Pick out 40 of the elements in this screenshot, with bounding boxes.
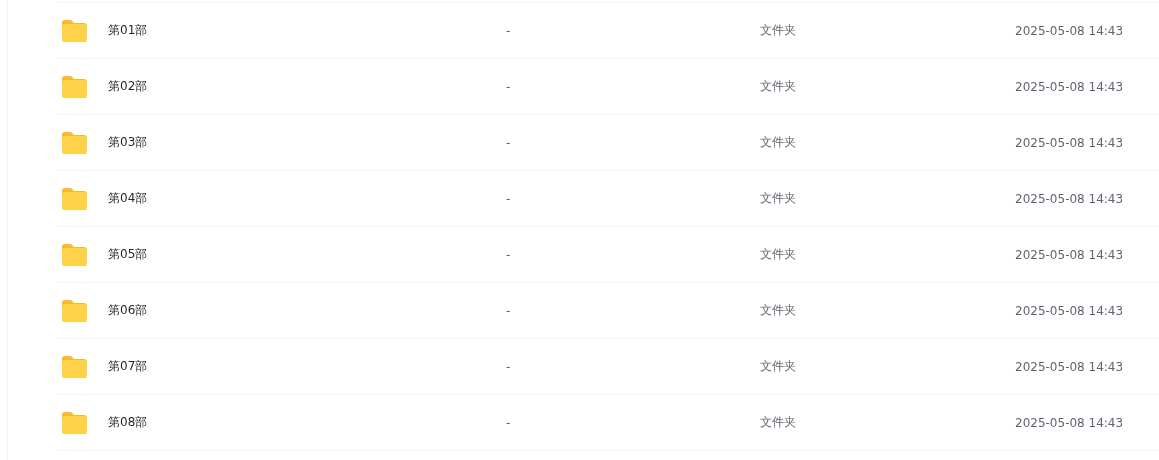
file-size: - <box>506 359 512 374</box>
file-type: 文件夹 <box>760 358 797 375</box>
folder-icon <box>61 130 88 155</box>
file-type: 文件夹 <box>760 134 797 151</box>
file-size: - <box>506 135 512 150</box>
modified-date: 2025-05-08 14:43 <box>1015 191 1125 206</box>
folder-name[interactable]: 第02部 <box>108 78 506 95</box>
modified-date: 2025-05-08 14:43 <box>1015 135 1125 150</box>
modified-date: 2025-05-08 14:43 <box>1015 23 1125 38</box>
file-size: - <box>506 23 512 38</box>
folder-name[interactable]: 第03部 <box>108 134 506 151</box>
folder-name[interactable]: 第06部 <box>108 302 506 319</box>
modified-date: 2025-05-08 14:43 <box>1015 415 1125 430</box>
folder-icon <box>61 242 88 267</box>
folder-name[interactable]: 第08部 <box>108 414 506 431</box>
folder-name[interactable]: 第07部 <box>108 358 506 375</box>
modified-date: 2025-05-08 14:43 <box>1015 303 1125 318</box>
file-type: 文件夹 <box>760 78 797 95</box>
modified-date: 2025-05-08 14:43 <box>1015 247 1125 262</box>
file-type: 文件夹 <box>760 414 797 431</box>
file-type: 文件夹 <box>760 190 797 207</box>
folder-icon <box>61 186 88 211</box>
folder-name[interactable]: 第01部 <box>108 22 506 39</box>
modified-date: 2025-05-08 14:43 <box>1015 359 1125 374</box>
file-size: - <box>506 303 512 318</box>
file-size: - <box>506 415 512 430</box>
file-size: - <box>506 191 512 206</box>
folder-icon <box>61 410 88 435</box>
file-type: 文件夹 <box>760 22 797 39</box>
folder-icon <box>61 354 88 379</box>
folder-name[interactable]: 第04部 <box>108 190 506 207</box>
file-type: 文件夹 <box>760 246 797 263</box>
file-size: - <box>506 247 512 262</box>
folder-icon <box>61 18 88 43</box>
folder-name[interactable]: 第05部 <box>108 246 506 263</box>
folder-icon <box>61 298 88 323</box>
folder-icon <box>61 74 88 99</box>
modified-date: 2025-05-08 14:43 <box>1015 79 1125 94</box>
file-size: - <box>506 79 512 94</box>
file-type: 文件夹 <box>760 302 797 319</box>
